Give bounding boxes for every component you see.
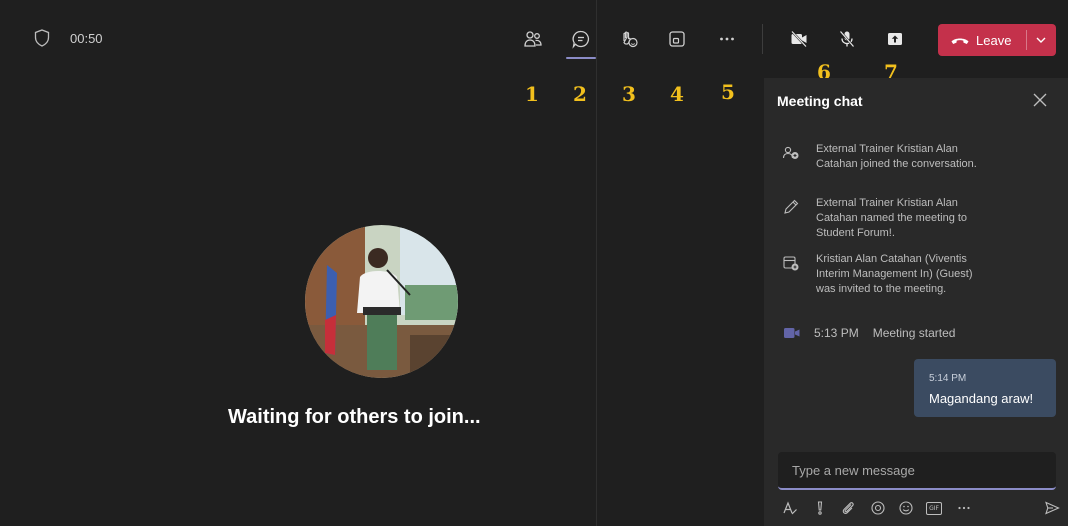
view-layout-icon [669, 31, 685, 47]
emoji-button[interactable] [896, 498, 916, 518]
raise-hand-reaction-icon [623, 31, 638, 48]
meeting-started-item: 5:13 PM Meeting started [784, 326, 955, 340]
people-button[interactable] [518, 24, 548, 54]
message-text: Magandang araw! [929, 391, 1034, 406]
share-content-button[interactable] [880, 24, 910, 54]
meeting-started-time: 5:13 PM [814, 326, 859, 340]
shield-icon [34, 29, 50, 47]
meeting-toolbar: 00:50 Leave [0, 0, 1068, 78]
chevron-down-icon[interactable] [1034, 33, 1048, 47]
meeting-timer: 00:50 [70, 31, 103, 46]
chat-button[interactable] [566, 24, 596, 54]
reactions-button[interactable] [614, 24, 644, 54]
message-input[interactable] [778, 452, 1052, 488]
leave-split-divider [1026, 30, 1027, 50]
sent-message-bubble[interactable]: 5:14 PM Magandang araw! [914, 359, 1056, 417]
format-text-icon [783, 501, 797, 515]
waiting-message: Waiting for others to join... [228, 406, 481, 428]
more-actions-button[interactable] [712, 24, 742, 54]
participant-avatar [305, 225, 458, 378]
close-icon[interactable] [1032, 92, 1048, 108]
compose-box [778, 452, 1056, 490]
video-camera-icon [784, 328, 800, 338]
loop-component-icon [871, 501, 885, 515]
chat-event-text: Kristian Alan Catahan (Viventis Interim … [816, 253, 973, 295]
paperclip-icon [842, 502, 854, 514]
more-dots-icon [720, 37, 734, 41]
annotation-3: 3 [622, 82, 636, 106]
send-icon [1045, 501, 1060, 515]
people-join-icon [782, 146, 799, 159]
people-icon [524, 31, 542, 47]
meeting-chat-panel: Meeting chat External Trainer Kristian A… [764, 78, 1068, 526]
exclamation-icon [817, 501, 823, 515]
loop-button[interactable] [868, 498, 888, 518]
format-button[interactable] [780, 498, 800, 518]
share-tray-icon [888, 33, 902, 45]
leave-button[interactable]: Leave [938, 24, 1056, 56]
mic-toggle-button[interactable] [832, 24, 862, 54]
chat-event-text: External Trainer Kristian Alan Catahan j… [816, 143, 977, 170]
calendar-invite-icon [783, 256, 799, 271]
toolbar-divider [762, 24, 763, 54]
teams-meeting-window: 00:50 Leave 1 2 3 4 5 6 7 Waiting for ot… [0, 0, 1068, 526]
leave-label: Leave [976, 32, 1012, 48]
message-timestamp: 5:14 PM [929, 373, 967, 384]
more-dots-icon [958, 506, 970, 510]
compose-toolbar: GIF [780, 498, 1062, 520]
attach-button[interactable] [838, 498, 858, 518]
annotation-1: 1 [525, 82, 539, 106]
mic-off-icon [839, 30, 855, 48]
chat-panel-title: Meeting chat [777, 93, 863, 109]
chat-event-text: External Trainer Kristian Alan Catahan n… [816, 197, 968, 239]
view-button[interactable] [662, 24, 692, 54]
stage-divider [596, 0, 597, 526]
more-options-button[interactable] [954, 498, 974, 518]
gif-button[interactable]: GIF [924, 498, 944, 518]
priority-button[interactable] [810, 498, 830, 518]
camera-toggle-button[interactable] [784, 24, 814, 54]
hang-up-phone-icon [951, 38, 969, 44]
annotation-5: 5 [721, 80, 735, 104]
send-button[interactable] [1042, 498, 1062, 518]
meeting-started-text: Meeting started [872, 326, 956, 340]
annotation-4: 4 [670, 82, 684, 106]
speaker-photo [305, 225, 458, 378]
camera-off-icon [791, 30, 807, 48]
annotation-2: 2 [573, 82, 587, 106]
chat-bubble-icon [572, 30, 590, 49]
chat-active-indicator [566, 57, 596, 59]
gif-icon: GIF [926, 501, 942, 515]
emoji-icon [899, 501, 913, 515]
pencil-icon [784, 199, 799, 214]
